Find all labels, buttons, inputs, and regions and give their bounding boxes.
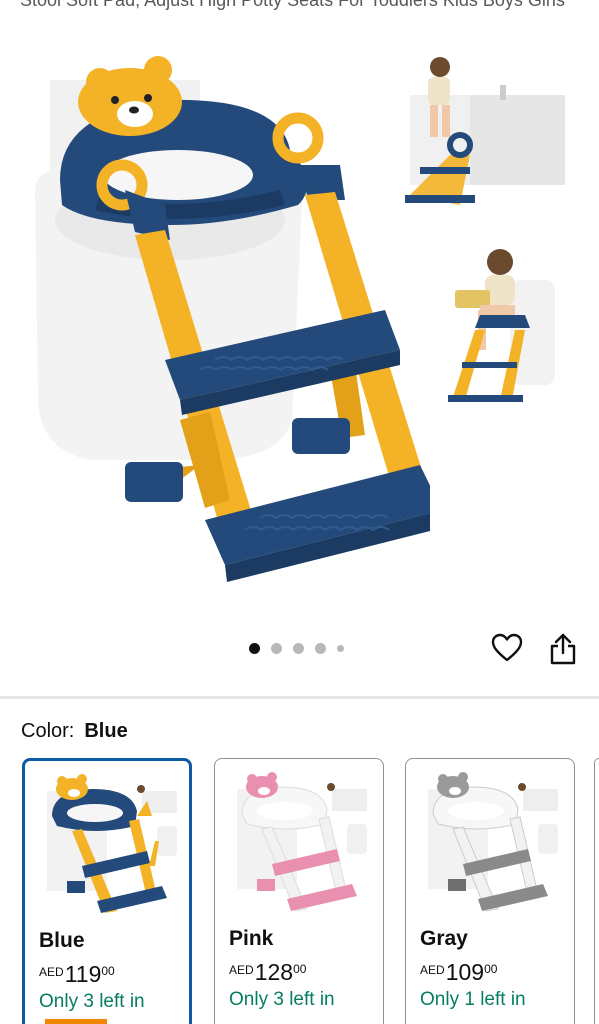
color-option-gray[interactable]: Gray AED 109 00 Only 1 left in xyxy=(405,758,575,1024)
color-option-image xyxy=(428,772,558,912)
carousel-dot-4[interactable] xyxy=(315,643,326,654)
carousel-dot-1[interactable] xyxy=(249,643,260,654)
color-option-price: AED 119 00 xyxy=(39,961,115,988)
carousel-dot-5[interactable] xyxy=(337,645,344,652)
price-whole: 119 xyxy=(64,961,102,987)
price-fraction: 00 xyxy=(101,964,115,978)
share-icon[interactable] xyxy=(548,632,578,666)
color-option-name: Pink xyxy=(229,927,274,950)
heart-icon[interactable] xyxy=(491,632,523,664)
color-option-name: Gray xyxy=(420,927,468,950)
price-whole: 109 xyxy=(445,959,485,985)
price-whole: 128 xyxy=(254,959,294,985)
color-option-image xyxy=(237,772,367,912)
price-fraction: 00 xyxy=(293,962,307,976)
color-option-blue[interactable]: Blue AED 119 00 Only 3 left in xyxy=(22,758,192,1024)
price-currency: AED xyxy=(39,965,64,979)
color-option-image xyxy=(47,774,177,913)
price-currency: AED xyxy=(229,963,254,977)
lifestyle-image-standing xyxy=(405,57,565,205)
carousel-dot-3[interactable] xyxy=(293,643,304,654)
lifestyle-image-sitting xyxy=(448,249,555,402)
product-main-image[interactable] xyxy=(30,40,430,600)
color-option-price: AED 109 00 xyxy=(420,959,497,986)
carousel-dot-2[interactable] xyxy=(271,643,282,654)
color-label: Color: xyxy=(21,720,75,742)
color-selector-heading: Color: Blue xyxy=(21,720,128,743)
product-title: Stool Soft Pad, Adjust High Potty Seats … xyxy=(20,0,565,10)
price-fraction: 00 xyxy=(484,962,498,976)
color-option-price: AED 128 00 xyxy=(229,959,306,986)
selected-color-value: Blue xyxy=(84,720,128,742)
product-image-gallery[interactable] xyxy=(0,40,599,640)
carousel-dots[interactable] xyxy=(249,643,344,654)
bottom-accent-bar xyxy=(45,1019,107,1024)
stock-status: Only 3 left in xyxy=(39,991,145,1012)
color-option-pink[interactable]: Pink AED 128 00 Only 3 left in xyxy=(214,758,384,1024)
color-option-name: Blue xyxy=(39,929,85,952)
stock-status: Only 3 left in xyxy=(229,989,335,1010)
price-currency: AED xyxy=(420,963,445,977)
color-option-next-partial[interactable] xyxy=(594,758,599,1024)
section-divider xyxy=(0,696,599,699)
stock-status: Only 1 left in xyxy=(420,989,526,1010)
